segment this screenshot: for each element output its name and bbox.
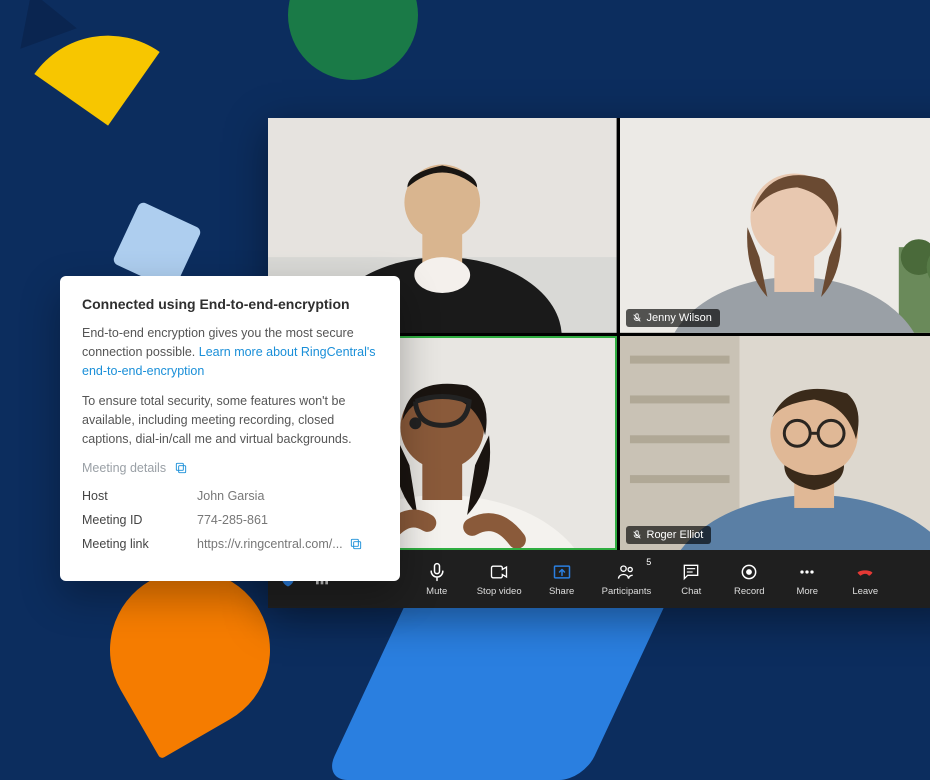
participant-tile-2[interactable]: Jenny Wilson	[620, 118, 930, 333]
copy-icon	[349, 537, 363, 551]
share-button[interactable]: Share	[536, 557, 588, 601]
decorative-triangle	[3, 0, 76, 49]
participant-video-2	[620, 118, 930, 333]
more-label: More	[796, 586, 818, 597]
record-button[interactable]: Record	[723, 557, 775, 601]
mute-button[interactable]: Mute	[411, 557, 463, 601]
record-icon	[739, 562, 759, 582]
mute-label: Mute	[426, 586, 447, 597]
chat-button[interactable]: Chat	[665, 557, 717, 601]
mic-muted-icon	[632, 313, 642, 323]
toolbar-controls: Mute Stop video Share 5 Participants Cha…	[344, 557, 930, 601]
participant-tile-4[interactable]: Roger Elliot	[620, 336, 930, 551]
meeting-link-label: Meeting link	[82, 537, 197, 551]
host-value: John Garsia	[197, 489, 378, 503]
share-label: Share	[549, 586, 574, 597]
host-label: Host	[82, 489, 197, 503]
participant-name-tag-4: Roger Elliot	[626, 526, 712, 544]
encryption-info-popover: Connected using End-to-end-encryption En…	[60, 276, 400, 581]
decorative-green-circle	[288, 0, 418, 80]
leave-label: Leave	[852, 586, 878, 597]
copy-link-button[interactable]	[349, 537, 363, 551]
chat-label: Chat	[681, 586, 701, 597]
popover-title: Connected using End-to-end-encryption	[82, 296, 378, 312]
detail-row-meeting-link: Meeting link https://v.ringcentral.com/.…	[82, 537, 378, 551]
record-label: Record	[734, 586, 765, 597]
detail-row-meeting-id: Meeting ID 774-285-861	[82, 513, 378, 527]
meeting-details-label-text: Meeting details	[82, 461, 166, 475]
more-icon	[797, 562, 817, 582]
participant-name-4: Roger Elliot	[647, 529, 704, 541]
meeting-details-header: Meeting details	[82, 461, 378, 475]
copy-details-button[interactable]	[174, 461, 188, 475]
popover-description-2: To ensure total security, some features …	[82, 392, 378, 448]
detail-row-host: Host John Garsia	[82, 489, 378, 503]
participants-count-badge: 5	[646, 557, 651, 567]
participant-name-2: Jenny Wilson	[647, 312, 712, 324]
meeting-id-value: 774-285-861	[197, 513, 378, 527]
mic-muted-icon	[632, 530, 642, 540]
participants-label: Participants	[602, 586, 652, 597]
share-screen-icon	[552, 562, 572, 582]
participants-button[interactable]: 5 Participants	[594, 557, 660, 601]
more-button[interactable]: More	[781, 557, 833, 601]
decorative-blue-rhombus	[323, 580, 676, 780]
copy-icon	[174, 461, 188, 475]
participant-name-tag-2: Jenny Wilson	[626, 309, 720, 327]
hangup-icon	[854, 562, 876, 582]
chat-icon	[681, 562, 701, 582]
microphone-icon	[427, 562, 447, 582]
meeting-id-label: Meeting ID	[82, 513, 197, 527]
leave-button[interactable]: Leave	[839, 557, 891, 601]
meeting-link-value: https://v.ringcentral.com/...	[197, 537, 343, 551]
stop-video-button[interactable]: Stop video	[469, 557, 530, 601]
video-camera-icon	[489, 562, 509, 582]
popover-description-1: End-to-end encryption gives you the most…	[82, 324, 378, 380]
participants-icon	[615, 562, 637, 582]
participant-video-4	[620, 336, 930, 551]
stop-video-label: Stop video	[477, 586, 522, 597]
